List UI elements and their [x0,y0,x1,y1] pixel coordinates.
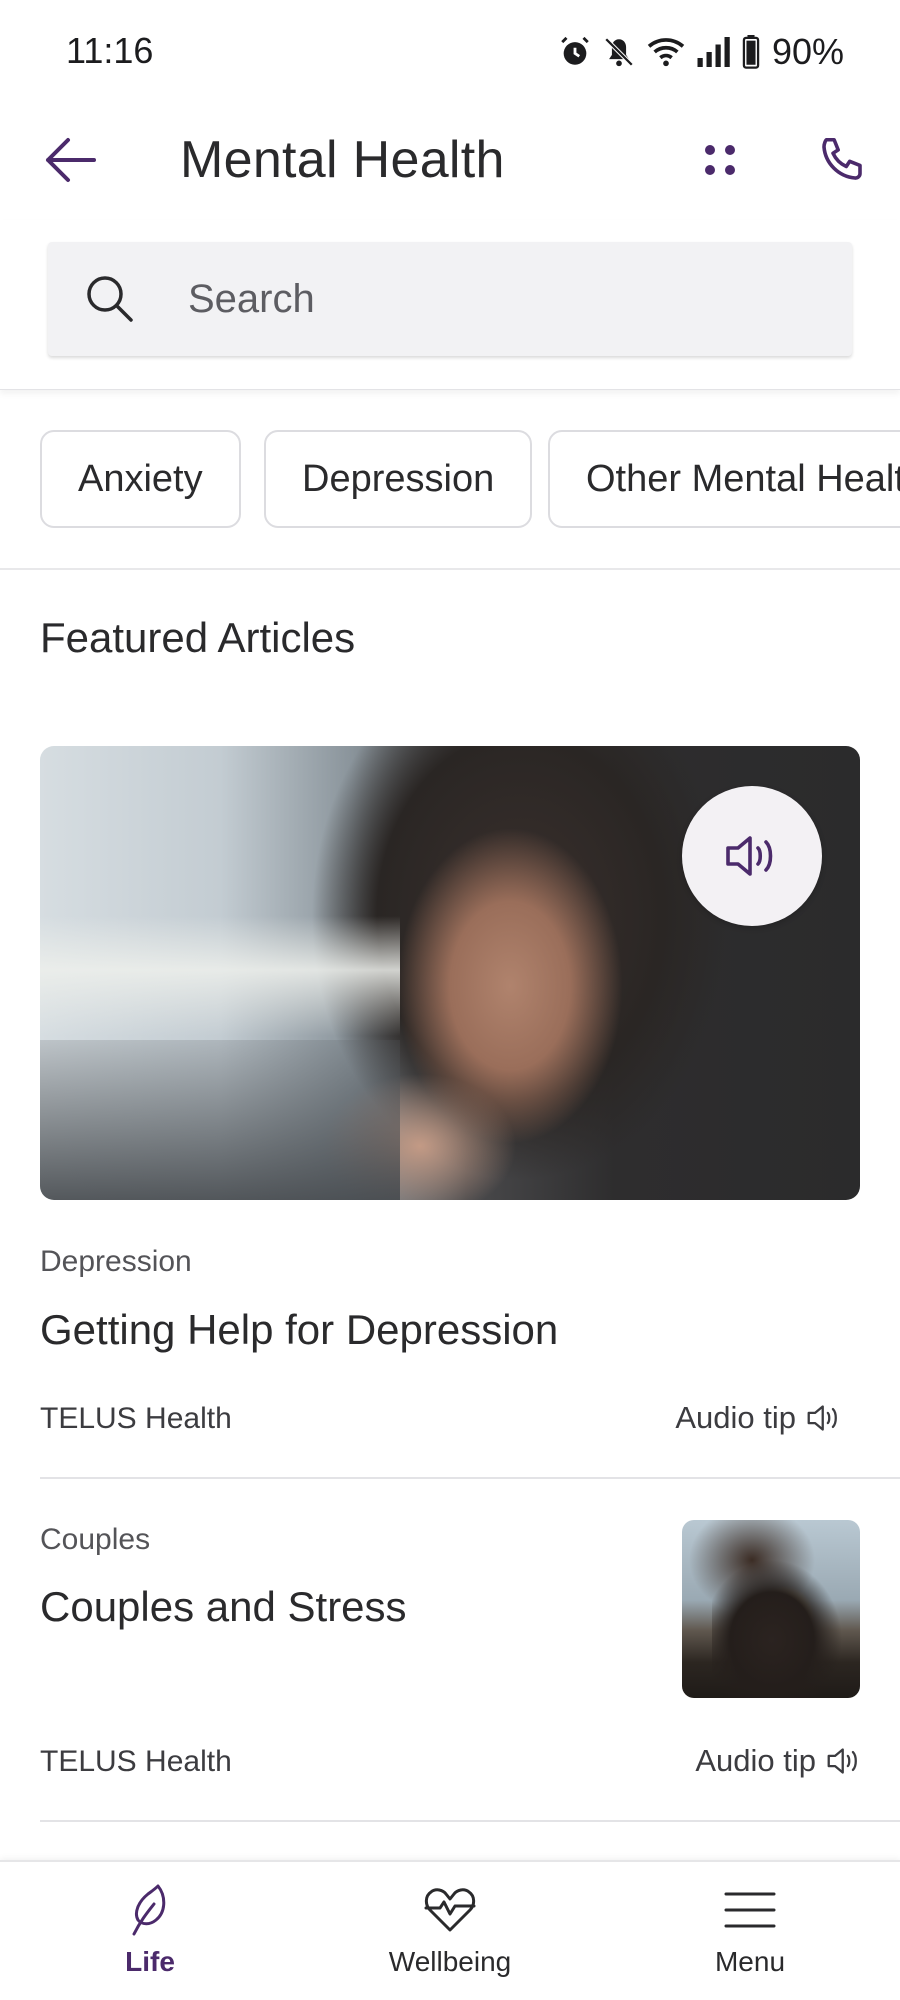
battery-percentage: 90% [771,31,844,72]
search-placeholder: Search [188,276,315,321]
heart-pulse-icon [424,1888,476,1932]
search-icon [87,276,133,322]
notifications-off-icon [604,37,634,67]
call-button[interactable] [806,128,878,192]
search-section: Search [0,220,900,390]
speaker-icon [726,836,773,876]
status-time: 11:16 [66,30,154,71]
speaker-icon [827,1748,857,1774]
nav-label-wellbeing: Wellbeing [388,1946,512,1977]
dots-grid-icon [705,145,735,175]
alarm-icon [561,36,589,65]
nav-label-life: Life [125,1946,175,1977]
chip-other-mental-health[interactable]: Other Mental Health [548,430,900,528]
search-input[interactable]: Search [48,242,852,356]
bottom-navigation: Life Wellbeing Menu [0,1860,900,2000]
chip-anxiety[interactable]: Anxiety [40,430,241,528]
image-background-lower [40,1040,400,1200]
app-header: Mental Health [0,100,900,220]
status-bar: 11:16 90% [0,0,900,100]
audio-tip-label: Audio tip [695,1743,816,1778]
divider [40,1477,900,1479]
back-button[interactable] [30,128,110,192]
nav-item-life[interactable]: Life [50,1880,250,1990]
article-title[interactable]: Couples and Stress [40,1583,407,1631]
article-category: Depression [40,1245,192,1278]
image-background-mist [40,916,400,1036]
arrow-left-icon [46,138,96,182]
nav-label-menu: Menu [714,1946,786,1977]
audio-tip-button[interactable]: Audio tip [675,1400,842,1436]
article-category: Couples [40,1523,151,1556]
play-audio-button[interactable] [682,786,822,926]
battery-icon [742,35,760,69]
audio-tip-label: Audio tip [675,1400,796,1435]
page-title: Mental Health [180,131,505,189]
thumbnail-silhouette [712,1550,842,1698]
apps-button[interactable] [690,128,750,192]
hamburger-menu-icon [724,1892,776,1928]
wifi-icon [647,38,685,67]
speaker-icon [807,1405,837,1431]
divider [40,1820,900,1822]
signal-icon [697,37,730,67]
article-source: TELUS Health [40,1402,232,1435]
section-title: Featured Articles [40,614,356,661]
chip-depression[interactable]: Depression [264,430,533,528]
article-title[interactable]: Getting Help for Depression [40,1306,558,1354]
phone-icon [822,137,862,180]
category-chips: Anxiety Depression Other Mental Health [0,390,900,570]
article-source: TELUS Health [40,1745,232,1778]
status-icons: 90% [558,30,844,74]
article-thumbnail[interactable] [682,1520,860,1698]
nav-item-wellbeing[interactable]: Wellbeing [350,1880,550,1990]
audio-tip-button[interactable]: Audio tip [695,1743,862,1779]
nav-item-menu[interactable]: Menu [650,1880,850,1990]
leaf-icon [132,1884,166,1936]
